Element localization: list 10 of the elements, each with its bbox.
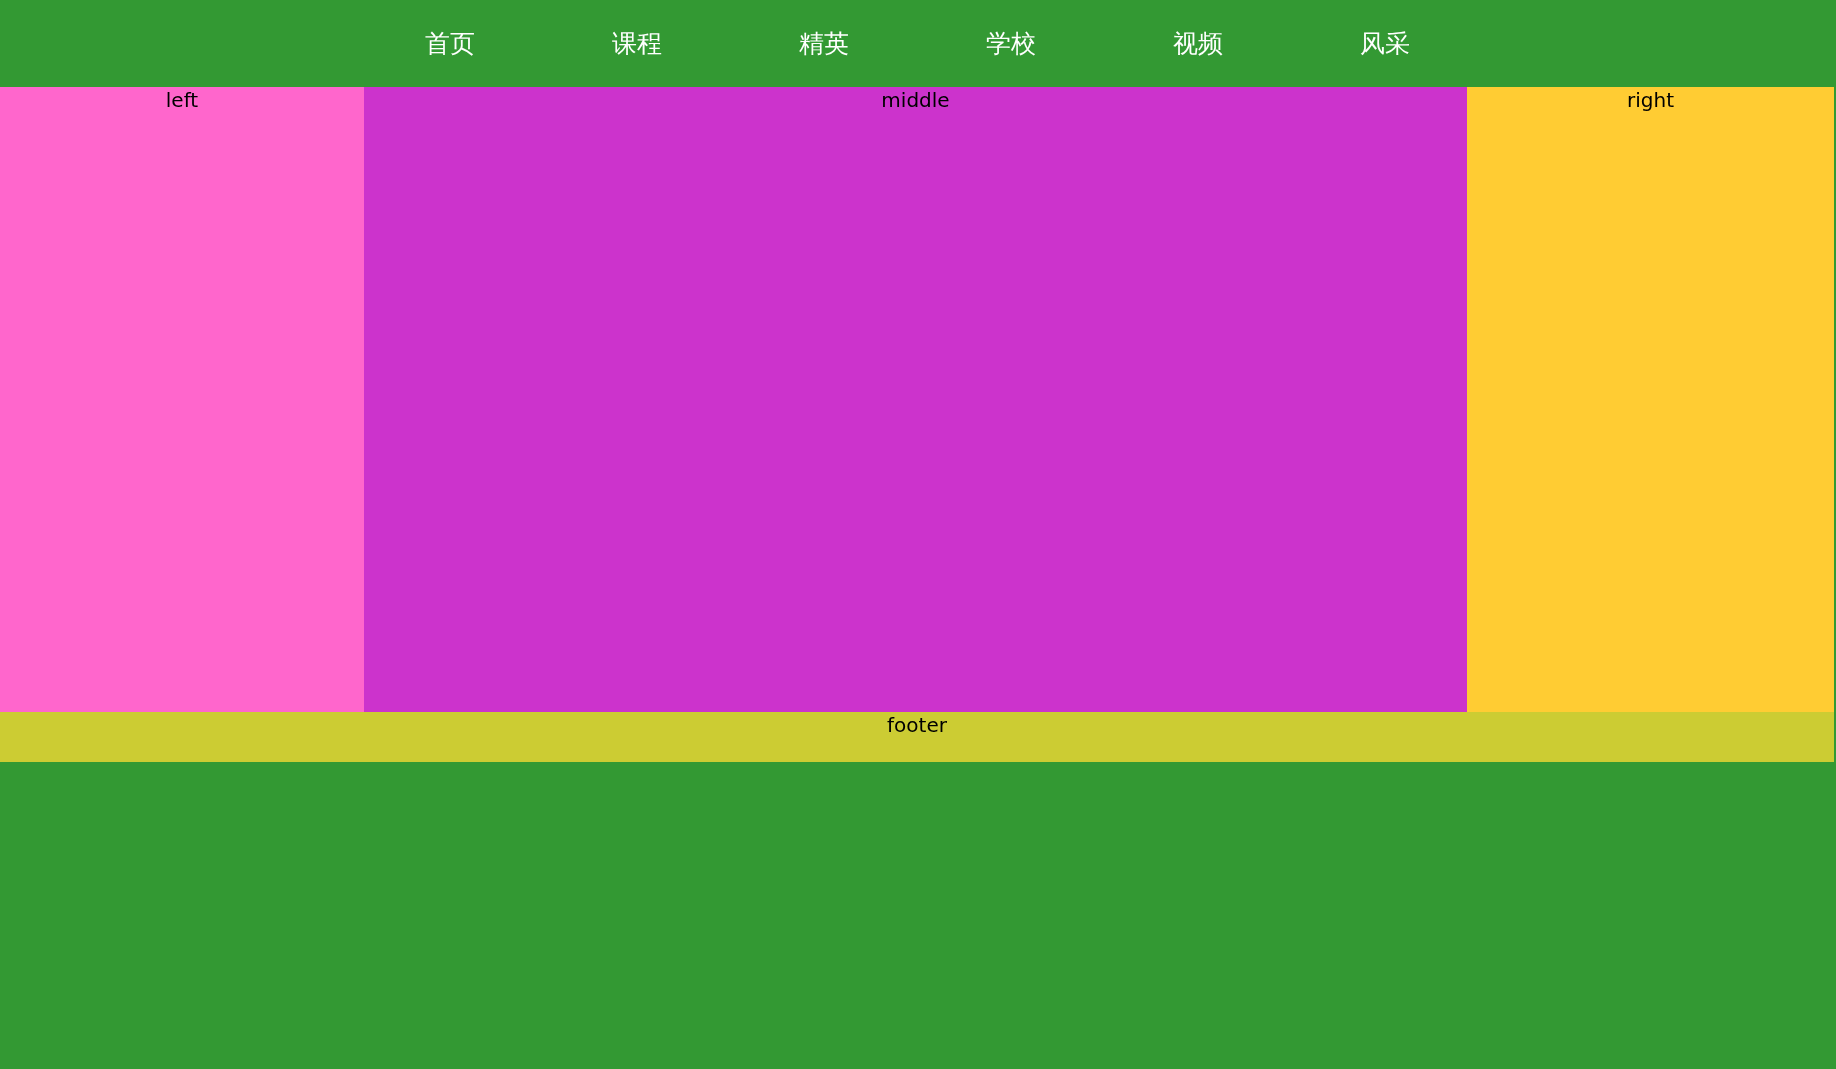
nav-link[interactable]: 课程 [543, 27, 730, 60]
nav-link[interactable]: 视频 [1104, 27, 1291, 60]
nav-link[interactable]: 学校 [917, 27, 1104, 60]
nav-link[interactable]: 首页 [356, 27, 543, 60]
column-label: middle [881, 87, 950, 113]
nav-link[interactable]: 精英 [730, 27, 917, 60]
column-label: left [165, 87, 199, 113]
nav-link[interactable]: 风采 [1291, 27, 1478, 60]
column-label: right [1627, 87, 1674, 113]
footer-label: footer [887, 712, 947, 738]
